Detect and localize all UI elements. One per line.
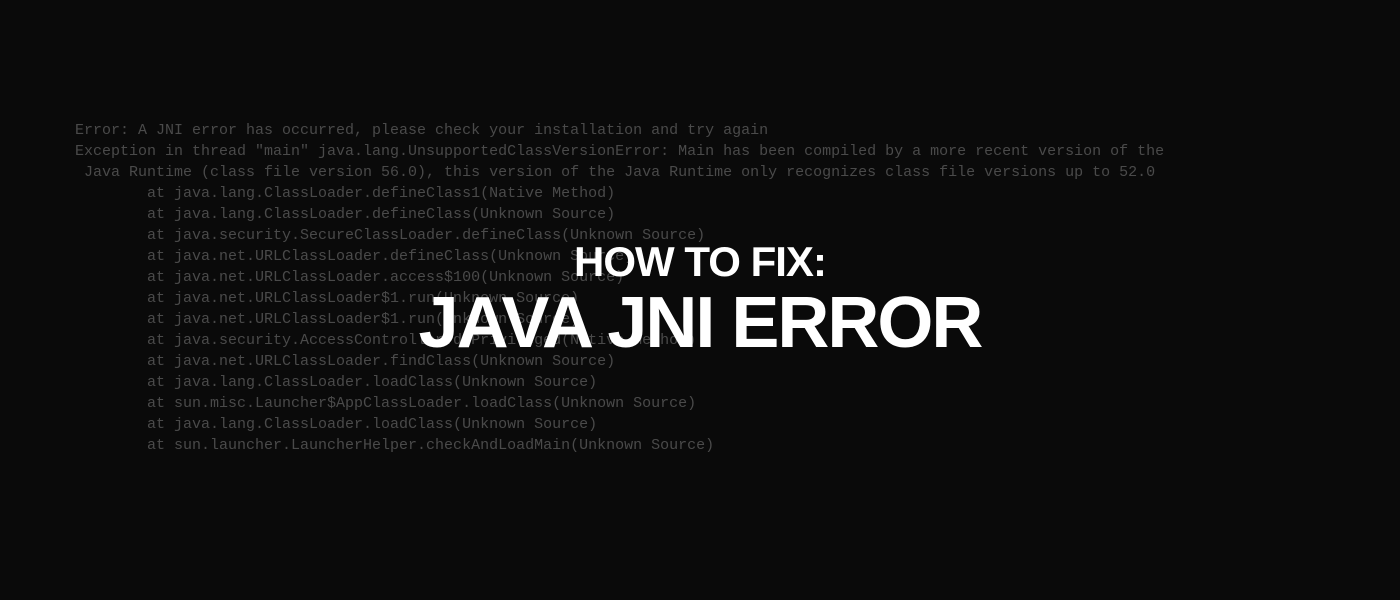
- title-line-2: JAVA JNI ERROR: [419, 287, 982, 359]
- title-line-1: HOW TO FIX:: [419, 241, 982, 283]
- title-overlay: HOW TO FIX: JAVA JNI ERROR: [419, 241, 982, 359]
